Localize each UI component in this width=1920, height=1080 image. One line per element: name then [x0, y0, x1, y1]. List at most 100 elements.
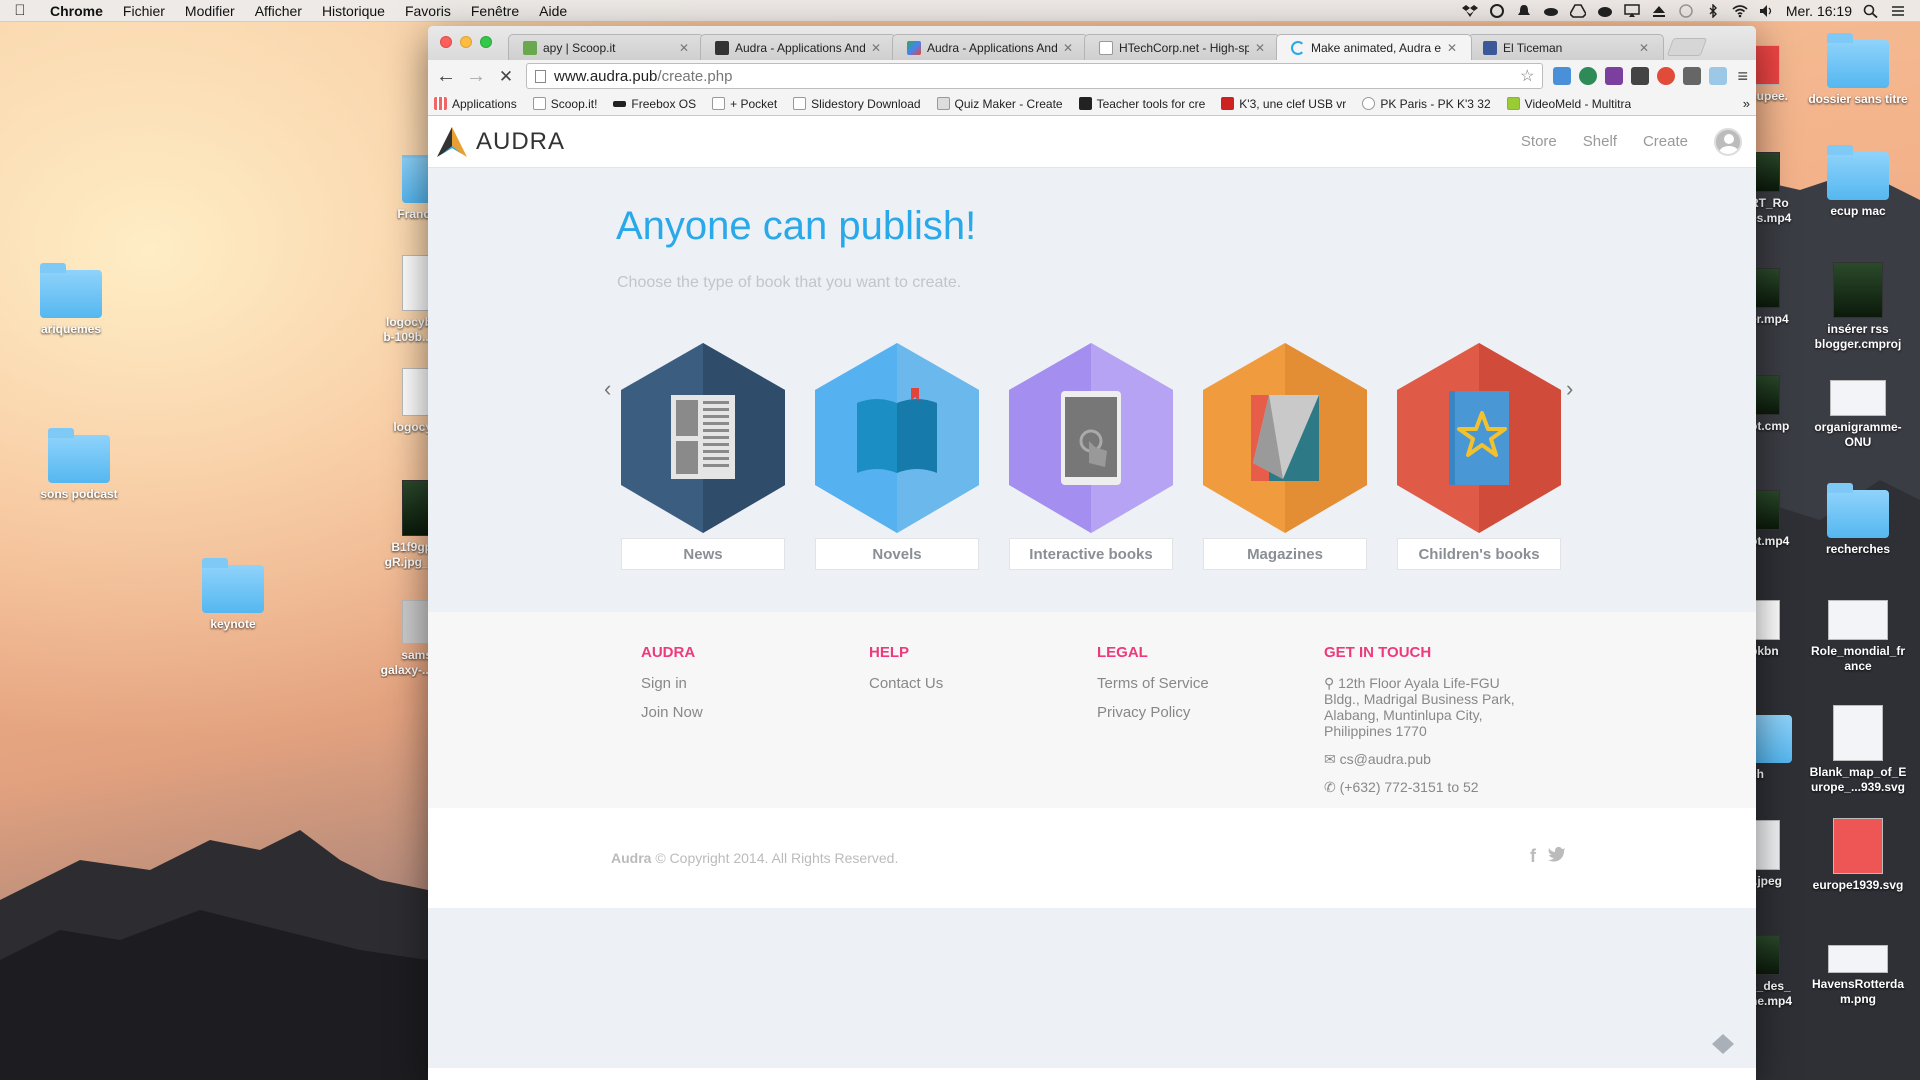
nav-store[interactable]: Store — [1521, 133, 1557, 150]
extension-print-icon[interactable] — [1683, 67, 1702, 85]
cloud-sync-icon[interactable] — [1597, 4, 1613, 18]
footer-link-privacy[interactable]: Privacy Policy — [1097, 704, 1209, 721]
desktop-folder-ecup-mac[interactable]: ecup mac — [1803, 145, 1913, 219]
contact-email[interactable]: ✉ cs@audra.pub — [1324, 751, 1534, 767]
desktop-video-s-des[interactable]: s_des_ ne.mp4 — [1750, 935, 1806, 1009]
chrome-menu-icon[interactable]: ≡ — [1737, 66, 1748, 87]
desktop-video-rt-ro[interactable]: RT_Ro es.mp4 — [1750, 152, 1806, 226]
desktop-image-havens-rotterdam[interactable]: HavensRotterda m.png — [1803, 945, 1913, 1007]
desktop-file-ot-cmp[interactable]: ot.cmp — [1750, 375, 1806, 434]
bookmark-slidestory[interactable]: Slidestory Download — [793, 97, 921, 111]
bookmarks-overflow-chevron-icon[interactable]: » — [1743, 96, 1750, 111]
onenote-icon[interactable] — [1605, 67, 1624, 85]
menu-fichier[interactable]: Fichier — [113, 3, 175, 19]
desktop-folder-recherches[interactable]: recherches — [1803, 483, 1913, 557]
notification-bell-icon[interactable] — [1516, 4, 1532, 18]
menu-historique[interactable]: Historique — [312, 3, 395, 19]
zoom-window-button[interactable] — [480, 36, 492, 48]
nav-create[interactable]: Create — [1643, 133, 1688, 150]
bluetooth-icon[interactable] — [1705, 2, 1721, 19]
close-tab-icon[interactable]: ✕ — [679, 41, 689, 55]
book-type-interactive[interactable]: Interactive books — [1009, 343, 1173, 570]
desktop-folder-ch[interactable]: ch — [1750, 715, 1806, 782]
close-window-button[interactable] — [440, 36, 452, 48]
screenshot-camera-icon[interactable] — [1709, 67, 1728, 85]
close-tab-icon[interactable]: ✕ — [1063, 41, 1073, 55]
bookmark-pk-paris[interactable]: PK Paris - PK K'3 32 — [1362, 97, 1491, 111]
desktop-image-organigramme-onu[interactable]: organigramme-ONU — [1803, 380, 1913, 450]
desktop-file-logocyb[interactable]: logocyb b-109b... — [372, 255, 432, 345]
book-type-magazines[interactable]: Magazines — [1203, 343, 1367, 570]
facebook-icon[interactable]: f — [1530, 846, 1536, 867]
bookmark-quiz-maker[interactable]: Quiz Maker - Create — [936, 97, 1063, 111]
book-type-news[interactable]: News — [621, 343, 785, 570]
menu-afficher[interactable]: Afficher — [245, 3, 312, 19]
bookmark-star-icon[interactable]: ☆ — [1520, 66, 1534, 86]
menubar-clock[interactable]: Mer. 16:19 — [1786, 3, 1852, 19]
desktop-image-samsung-galaxy[interactable]: sams galaxy-... — [372, 600, 432, 678]
back-arrow-icon[interactable]: ← — [436, 66, 456, 86]
close-tab-icon[interactable]: ✕ — [1447, 41, 1457, 55]
tab-el-ticeman[interactable]: El Ticeman ✕ — [1468, 34, 1664, 60]
desktop-video-er[interactable]: er.mp4 — [1750, 268, 1806, 327]
desktop-folder-ariquemes[interactable]: ariquemes — [16, 263, 126, 337]
new-tab-button[interactable] — [1666, 38, 1708, 56]
extension-barcode-icon[interactable] — [1631, 67, 1650, 85]
notification-center-icon[interactable] — [1890, 4, 1906, 18]
desktop-folder-dossier-sans-titre[interactable]: dossier sans titre — [1803, 33, 1913, 107]
dropbox-icon[interactable] — [1461, 4, 1478, 18]
close-tab-icon[interactable]: ✕ — [1255, 41, 1265, 55]
footer-link-sign-in[interactable]: Sign in — [641, 675, 703, 692]
bookmark-freebox[interactable]: Freebox OS — [613, 97, 696, 111]
address-bar[interactable]: www.audra.pub /create.php ☆ — [526, 63, 1544, 89]
bookmark-pocket[interactable]: + Pocket — [712, 97, 777, 111]
desktop-folder-sons-podcast[interactable]: sons podcast — [24, 428, 134, 502]
menu-aide[interactable]: Aide — [529, 3, 577, 19]
copyright-brand[interactable]: Audra — [611, 850, 651, 866]
desktop-folder-keynote[interactable]: keynote — [178, 558, 288, 632]
desktop-video-ot[interactable]: ot.mp4 — [1750, 490, 1806, 549]
twitter-icon[interactable] — [1548, 846, 1566, 867]
carousel-prev-chevron-icon[interactable]: ‹ — [604, 376, 611, 402]
book-type-childrens[interactable]: Children's books — [1397, 343, 1561, 570]
desktop-file-bkbn[interactable]: bkbn — [1750, 600, 1806, 659]
tab-audra-android-2[interactable]: Audra - Applications Andro ✕ — [892, 34, 1088, 60]
tab-htechcorp[interactable]: HTechCorp.net - High-spee ✕ — [1084, 34, 1280, 60]
desktop-image-blank-map-europe[interactable]: Blank_map_of_E urope_...939.svg — [1803, 705, 1913, 795]
desktop-image-b1f9gp[interactable]: B1f9gp gR.jpg_l — [372, 480, 432, 570]
desktop-folder-franc[interactable]: Franc — [372, 155, 432, 222]
close-tab-icon[interactable]: ✕ — [871, 41, 881, 55]
book-type-novels[interactable]: Novels — [815, 343, 979, 570]
wifi-icon[interactable] — [1732, 4, 1748, 18]
desktop-file-cupee[interactable]: cupee. — [1750, 45, 1806, 104]
footer-link-join-now[interactable]: Join Now — [641, 704, 703, 721]
page-info-icon[interactable] — [535, 69, 546, 83]
user-avatar[interactable] — [1714, 127, 1742, 156]
bookmark-teacher-tools[interactable]: Teacher tools for cre — [1078, 97, 1205, 111]
menu-modifier[interactable]: Modifier — [175, 3, 245, 19]
spotlight-search-icon[interactable] — [1863, 4, 1879, 18]
tab-audra-android-1[interactable]: Audra - Applications Andro ✕ — [700, 34, 896, 60]
desktop-image-role-mondial[interactable]: Role_mondial_fr ance — [1803, 600, 1913, 674]
apple-menu-icon[interactable]:  — [0, 2, 40, 19]
minimize-window-button[interactable] — [460, 36, 472, 48]
bookmark-videomeld[interactable]: VideoMeld - Multitra — [1506, 97, 1631, 111]
tab-audra-create[interactable]: Make animated, Audra eBo ✕ — [1276, 34, 1472, 60]
stop-loading-icon[interactable]: ✕ — [496, 66, 516, 86]
evernote-icon[interactable] — [1579, 67, 1598, 85]
menu-fenetre[interactable]: Fenêtre — [461, 3, 529, 19]
eject-icon[interactable] — [1651, 4, 1667, 18]
bookmark-scoopit[interactable]: Scoop.it! — [532, 97, 597, 111]
google-drive-icon[interactable] — [1568, 3, 1587, 18]
menu-favoris[interactable]: Favoris — [395, 3, 461, 19]
nav-shelf[interactable]: Shelf — [1583, 133, 1617, 150]
time-machine-icon[interactable] — [1678, 3, 1694, 18]
cloud-icon[interactable] — [1543, 4, 1559, 18]
volume-icon[interactable] — [1759, 4, 1775, 18]
bookmark-applications[interactable]: Applications — [434, 97, 517, 111]
forward-arrow-icon[interactable]: → — [466, 66, 486, 86]
desktop-file-logocy[interactable]: logocy — [372, 368, 432, 435]
footer-link-contact-us[interactable]: Contact Us — [869, 675, 943, 692]
desktop-file-inserer-rss[interactable]: insérer rss blogger.cmproj — [1803, 262, 1913, 352]
desktop-image-europe1939[interactable]: europe1939.svg — [1803, 818, 1913, 893]
